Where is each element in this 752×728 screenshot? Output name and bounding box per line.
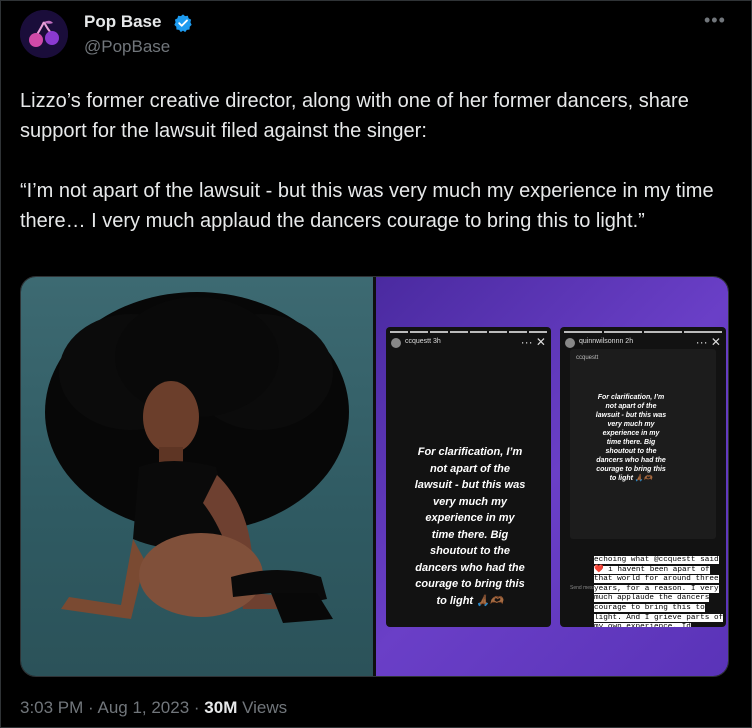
story-progress-bars xyxy=(390,331,547,333)
views-label: Views xyxy=(242,698,288,717)
singer-photo[interactable] xyxy=(21,277,373,676)
story-text: For clarification, I’m not apart of the … xyxy=(414,446,526,607)
story-reply-text: echoing what @ccquestt said ❤️ i havent … xyxy=(594,556,726,627)
story-reply-span: echoing what @ccquestt said ❤️ i havent … xyxy=(594,556,724,627)
singer-photo-illustration xyxy=(45,292,349,623)
cherry-logo-icon xyxy=(20,10,68,58)
tweet-text: Lizzo’s former creative director, along … xyxy=(20,90,714,232)
story-username: ccquestt 3h xyxy=(405,338,441,345)
story-avatar xyxy=(565,338,575,348)
verified-badge-icon xyxy=(174,14,192,33)
tweet-meta: 3:03 PM · Aug 1, 2023 · 30M Views xyxy=(20,698,288,717)
author-name[interactable]: Pop Base xyxy=(84,12,161,32)
reshared-username: ccquestt xyxy=(576,355,599,361)
close-icon: ··· ✕ xyxy=(695,335,721,349)
story-avatar xyxy=(391,338,401,348)
author-handle[interactable]: @PopBase xyxy=(84,37,170,57)
close-icon: ··· ✕ xyxy=(520,335,546,349)
more-options-icon[interactable]: ••• xyxy=(704,10,726,31)
story-card-1: ccquestt 3h ··· ✕ For clarification, I’m… xyxy=(386,327,551,627)
reshared-story: ccquestt For clarification, I’m not apar… xyxy=(570,349,716,539)
tweet-time[interactable]: 3:03 PM xyxy=(20,698,83,717)
media-grid[interactable]: ccquestt 3h ··· ✕ For clarification, I’m… xyxy=(20,276,729,677)
stories-image[interactable]: ccquestt 3h ··· ✕ For clarification, I’m… xyxy=(376,277,728,676)
story-progress-bars xyxy=(564,331,722,333)
views-count: 30M xyxy=(204,698,238,717)
story-username: quinnwilsonnn 2h xyxy=(579,338,634,345)
story-card-2: quinnwilsonnn 2h ··· ✕ ccquestt For clar… xyxy=(560,327,726,627)
reshared-story-text: For clarification, I’m not apart of the … xyxy=(595,394,667,482)
avatar[interactable] xyxy=(20,10,68,58)
tweet-date[interactable]: Aug 1, 2023 xyxy=(97,698,189,717)
